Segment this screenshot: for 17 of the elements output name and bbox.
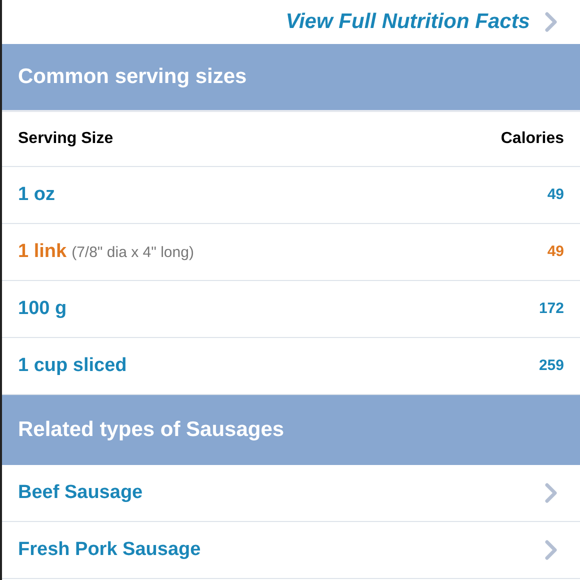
nutrition-facts-link[interactable]: View Full Nutrition Facts [286,6,558,38]
serving-size: 1 link [18,240,67,264]
chevron-right-icon [544,11,558,33]
serving-size: 1 cup sliced [18,354,127,378]
calories-value: 49 [547,242,564,262]
serving-size: 1 oz [18,182,55,207]
column-header: Calories [500,129,564,149]
serving-detail: (7/8" dia x 4" long) [72,242,194,263]
column-header: Serving Size [18,129,114,149]
chevron-right-icon [544,482,558,504]
calories-value: 172 [538,298,564,319]
section-header: Related types of Sausages [2,395,580,465]
calories-value: 49 [547,184,564,205]
serving-size: 100 g [18,296,67,321]
chevron-right-icon [544,539,558,561]
calories-value: 259 [538,356,564,376]
section-header: Common serving sizes [2,44,580,112]
